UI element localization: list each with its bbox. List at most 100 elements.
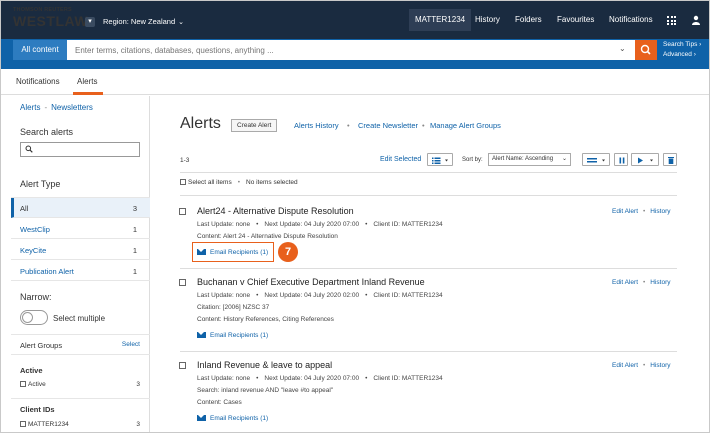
alerts-history-link[interactable]: Alerts History [294, 121, 339, 130]
search-help-links: Search Tips › Advanced › [663, 40, 701, 60]
alert-checkbox[interactable] [179, 208, 186, 215]
alert-content-info: Content: Cases [197, 399, 242, 406]
alert-type-count: 1 [132, 267, 137, 276]
alert-type-label: WestClip [20, 225, 50, 234]
alert-update-info: Last Update: none • Next Update: 04 July 2… [197, 221, 443, 228]
divider [180, 268, 677, 269]
alert-groups-select-link[interactable]: Select [122, 341, 140, 348]
alert-update-info: Last Update: none • Next Update: 04 July 2… [197, 375, 443, 382]
envelope-icon [197, 415, 206, 421]
alert-actions: Edit Alert • History [612, 362, 671, 369]
tab-notifications[interactable]: Notifications [16, 77, 60, 86]
select-multiple-label: Select multiple [53, 314, 106, 323]
select-multiple-toggle[interactable] [20, 310, 48, 325]
delete-button[interactable] [663, 153, 677, 166]
select-all-row: Select all items • No items selected [180, 179, 298, 186]
brand-menu-icon[interactable]: ▾ [85, 17, 95, 27]
apps-grid-icon[interactable] [667, 16, 676, 25]
divider [180, 195, 677, 196]
nav-favourites[interactable]: Favourites [557, 9, 594, 31]
search-tips-link[interactable]: Search Tips › [663, 40, 701, 50]
select-all-checkbox[interactable] [180, 179, 186, 185]
filter-count: 3 [136, 381, 140, 388]
search-input[interactable] [67, 40, 635, 60]
sort-by-select[interactable]: Alert Name: Ascending ⌄ [488, 153, 571, 166]
alert-title[interactable]: Buchanan v Chief Executive Department In… [197, 277, 425, 287]
alert-history-link[interactable]: History [650, 208, 670, 215]
divider [180, 172, 677, 173]
region-selector[interactable]: Region: New Zealand ⌄ [103, 17, 184, 26]
create-newsletter-link[interactable]: Create Newsletter [358, 121, 418, 130]
nav-folders[interactable]: Folders [515, 9, 542, 31]
results-count: 1-3 [180, 157, 190, 164]
edit-alert-link[interactable]: Edit Alert [612, 208, 638, 215]
crumb-newsletters[interactable]: Newsletters [51, 103, 93, 112]
toggle-knob [22, 312, 33, 323]
narrow-heading: Narrow: [20, 292, 52, 302]
play-dropdown[interactable] [631, 153, 659, 166]
search-scope-selector[interactable]: All content [13, 40, 67, 60]
search-alerts-input[interactable] [20, 142, 140, 157]
alert-title[interactable]: Inland Revenue & leave to appeal [197, 360, 332, 370]
alert-type-all[interactable]: All 3 [11, 198, 150, 218]
matter-client-id[interactable]: MATTER1234 [409, 9, 472, 31]
list-view-dropdown[interactable] [427, 153, 453, 166]
email-recipients-link[interactable]: Email Recipients (1) [197, 332, 268, 339]
checkbox[interactable] [20, 421, 26, 427]
alert-checkbox[interactable] [179, 279, 186, 286]
nav-history[interactable]: History [475, 9, 500, 31]
search-dropdown-chevron-icon[interactable]: ⌄ [619, 44, 626, 53]
alert-title[interactable]: Alert24 - Alternative Dispute Resolution [197, 206, 354, 216]
alert-type-publication[interactable]: Publication Alert 1 [11, 261, 150, 281]
callout-number-badge: 7 [278, 242, 298, 262]
filter-count: 3 [136, 421, 140, 428]
pause-button[interactable] [614, 153, 628, 166]
divider [11, 398, 150, 399]
alert-type-label: KeyCite [20, 246, 47, 255]
manage-alert-groups-link[interactable]: Manage Alert Groups [430, 121, 501, 130]
region-label: Region: New Zealand [103, 17, 176, 26]
density-icon [587, 158, 605, 163]
list-view-icon [432, 157, 448, 164]
divider [180, 351, 677, 352]
crumb-alerts[interactable]: Alerts [20, 103, 40, 112]
alert-checkbox[interactable] [179, 362, 186, 369]
alert-history-link[interactable]: History [650, 362, 670, 369]
tab-alerts[interactable]: Alerts [77, 77, 97, 86]
search-icon [640, 44, 651, 55]
alert-groups-row: Alert Groups Select [11, 335, 150, 355]
edit-alert-link[interactable]: Edit Alert [612, 279, 638, 286]
highlight-callout-box [192, 242, 274, 262]
alert-type-count: 1 [132, 246, 137, 255]
checkbox[interactable] [20, 381, 26, 387]
sort-value: Alert Name: Ascending [492, 156, 554, 162]
alert-history-link[interactable]: History [650, 279, 670, 286]
search-icon [25, 145, 33, 153]
page-title: Alerts [180, 115, 221, 132]
selection-status: No items selected [246, 179, 298, 186]
alert-type-heading: Alert Type [20, 179, 61, 189]
create-alert-button[interactable]: Create Alert [231, 119, 278, 132]
search-button[interactable] [635, 40, 657, 60]
client-id-filter-checkbox[interactable]: MATTER1234 3 [20, 421, 140, 428]
envelope-icon [197, 332, 206, 338]
edit-selected-link[interactable]: Edit Selected [380, 156, 421, 163]
display-density-dropdown[interactable] [582, 153, 610, 166]
active-filter-checkbox[interactable]: Active 3 [20, 381, 140, 388]
user-profile-icon[interactable] [691, 15, 701, 25]
westlaw-logo[interactable]: THOMSON REUTERS WESTLAW [13, 7, 88, 29]
filter-label: MATTER1234 [28, 421, 69, 428]
alert-groups-heading: Alert Groups [20, 341, 63, 350]
alert-actions: Edit Alert • History [612, 279, 671, 286]
alert-type-count: 3 [132, 204, 137, 213]
nav-notifications[interactable]: Notifications [609, 9, 653, 31]
alert-type-label: Publication Alert [20, 267, 74, 276]
separator-dot: • [422, 121, 425, 130]
alert-type-westclip[interactable]: WestClip 1 [11, 219, 150, 239]
email-recipients-link[interactable]: Email Recipients (1) [197, 415, 268, 422]
play-icon [638, 157, 653, 164]
alert-search-info: Search: inland revenue AND "leave #to ap… [197, 387, 334, 394]
alert-type-keycite[interactable]: KeyCite 1 [11, 240, 150, 260]
edit-alert-link[interactable]: Edit Alert [612, 362, 638, 369]
advanced-search-link[interactable]: Advanced › [663, 50, 701, 60]
